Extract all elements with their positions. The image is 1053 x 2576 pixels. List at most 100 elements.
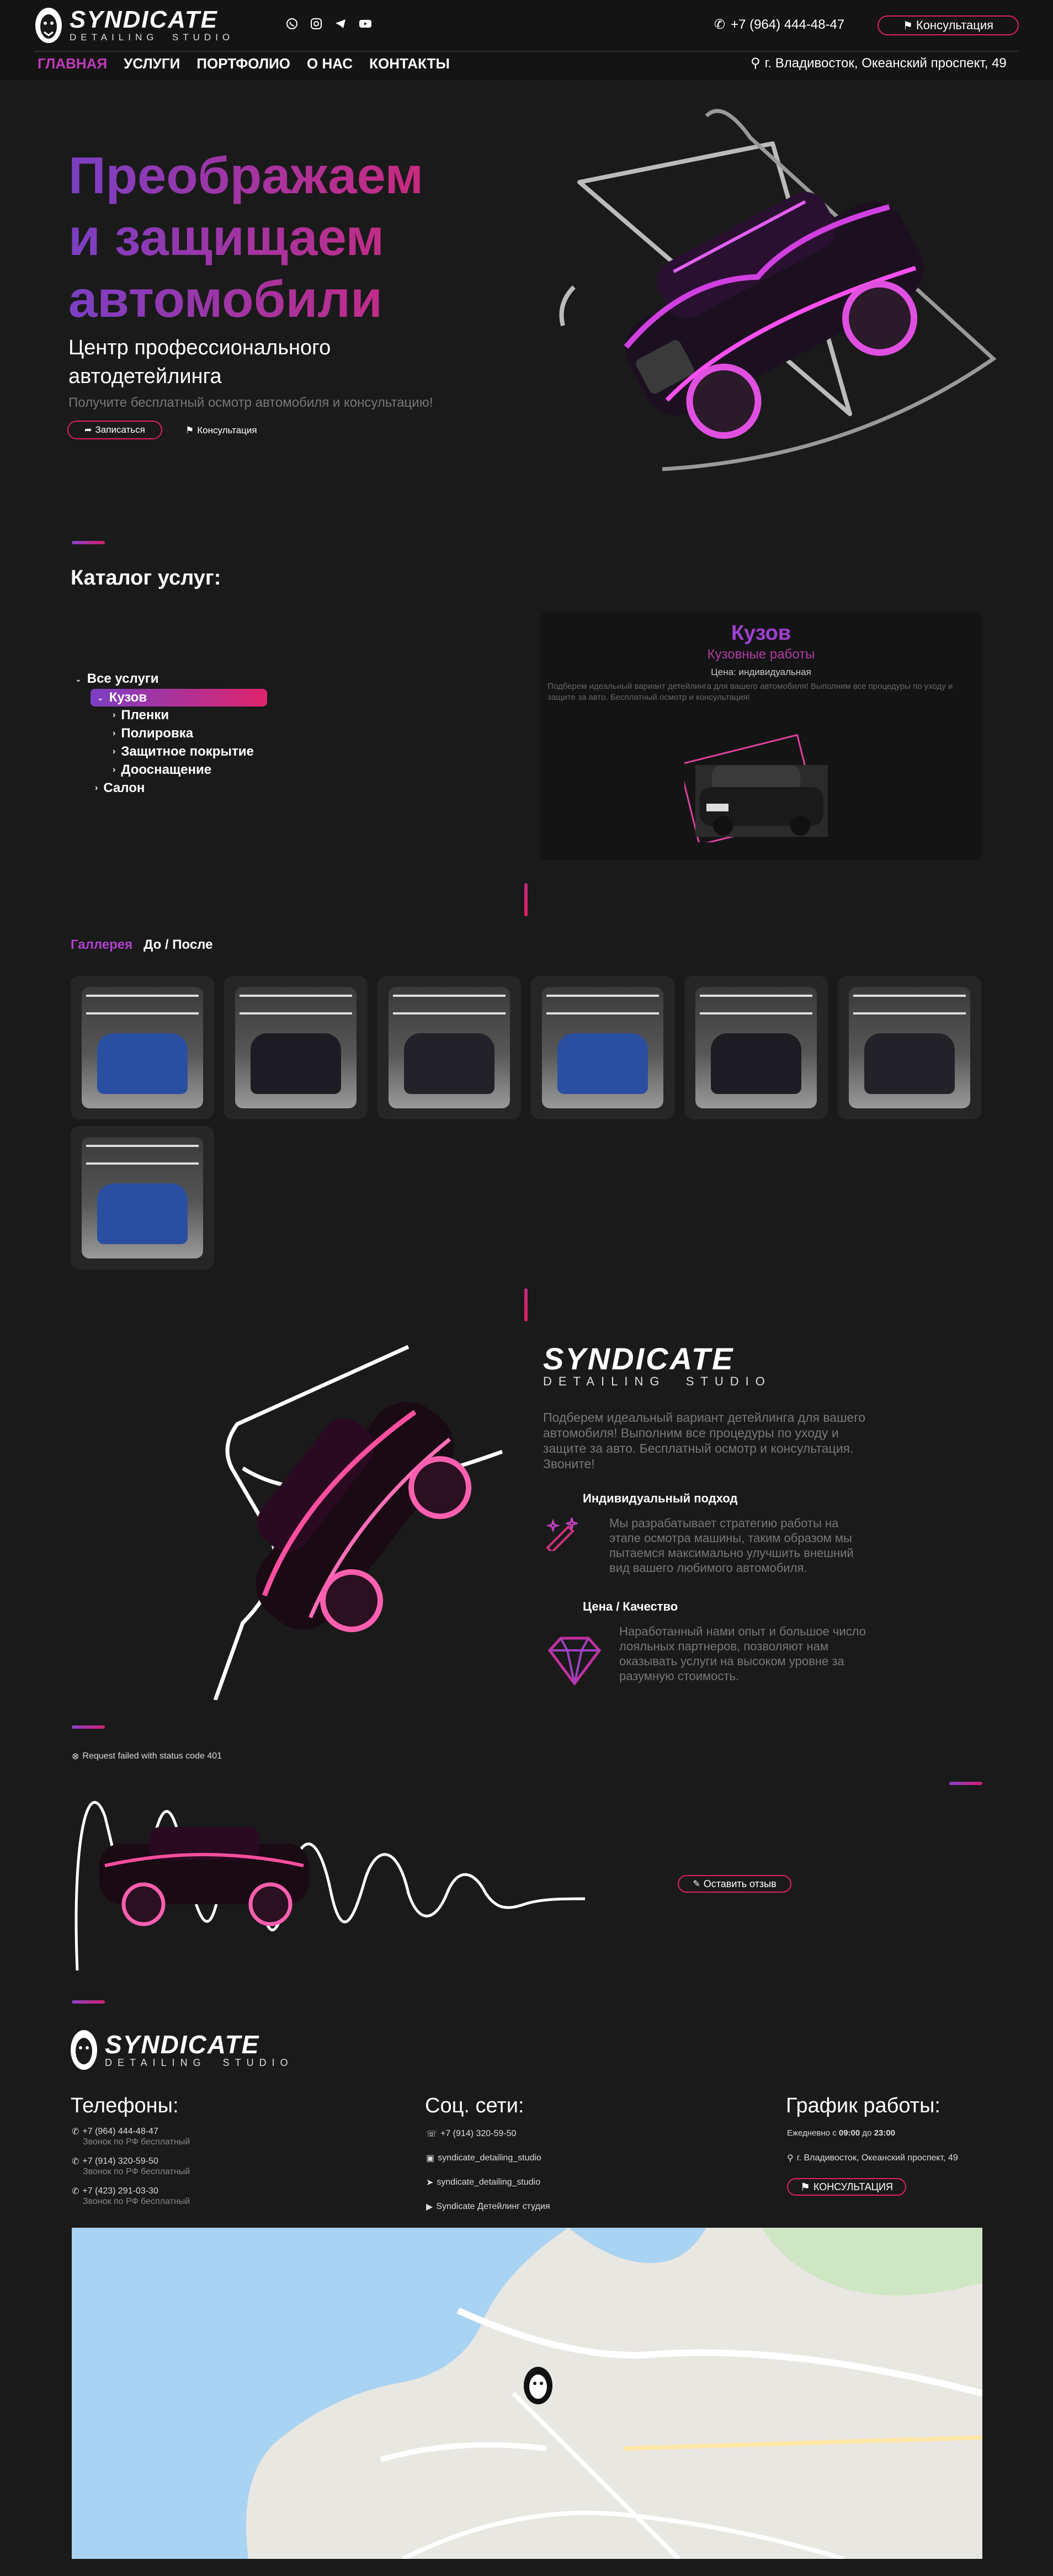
feature1-text: Мы разрабатывает стратегию работы на эта… (609, 1516, 854, 1575)
car-shape (557, 1033, 648, 1094)
gallery-thumbnail[interactable] (531, 976, 674, 1119)
header-phone[interactable]: ✆ +7 (964) 444-48-47 (714, 17, 844, 33)
chevron-right-icon: › (113, 729, 116, 738)
tree-all-services[interactable]: ⌄ Все услуги (75, 671, 159, 687)
car-shape (251, 1033, 341, 1094)
whatsapp-icon[interactable] (286, 18, 298, 30)
garage-lights (853, 995, 966, 1015)
service-card-image (684, 734, 828, 842)
header-phone-number: +7 (964) 444-48-47 (731, 17, 845, 32)
gallery-thumbnail[interactable] (684, 976, 828, 1119)
gallery-photo (695, 987, 817, 1108)
footer-social-instagram[interactable]: ▣ syndicate_detailing_studio (426, 2153, 541, 2164)
footer-social-whatsapp[interactable]: ☏ +7 (914) 320-59-50 (426, 2128, 516, 2139)
consult-icon: ⚑ (902, 19, 913, 32)
footer-phone-2-number: +7 (914) 320-59-50 (82, 2157, 158, 2166)
whatsapp-icon: ☏ (426, 2129, 438, 2139)
tree-body-label: Кузов (109, 690, 147, 705)
hero-note: Получите бесплатный осмотр автомобиля и … (68, 395, 433, 410)
hero-consult-label: Консультация (197, 425, 257, 435)
leave-review-button[interactable]: ✎ Оставить отзыв (678, 1875, 791, 1893)
footer-social-telegram[interactable]: ➤ syndicate_detailing_studio (426, 2177, 540, 2188)
gallery-thumbnail[interactable] (377, 976, 521, 1119)
tree-coating[interactable]: › Защитное покрытие (113, 744, 254, 759)
tree-films[interactable]: › Пленки (113, 708, 169, 723)
nav-home[interactable]: ГЛАВНАЯ (38, 55, 107, 72)
phone-icon: ✆ (72, 2127, 79, 2137)
schedule-title: График работы: (786, 2094, 940, 2117)
gallery-thumbnail[interactable] (71, 1126, 214, 1270)
tab-gallery[interactable]: Галлерея (71, 937, 132, 953)
car-shape (404, 1033, 494, 1094)
tree-polish[interactable]: › Полировка (113, 726, 193, 741)
map-marker-icon[interactable] (522, 2366, 554, 2410)
tree-salon[interactable]: › Салон (95, 780, 145, 796)
gallery-thumbnail[interactable] (838, 976, 981, 1119)
schedule-from: 09:00 (838, 2128, 860, 2138)
reviews-accent-line (72, 1725, 105, 1729)
header-consult-button[interactable]: ⚑ Консультация (878, 15, 1019, 35)
gallery-photo (389, 987, 510, 1108)
tree-extras[interactable]: › Дооснащение (113, 762, 211, 778)
car-shape (864, 1033, 955, 1094)
telegram-icon[interactable] (334, 18, 347, 30)
location-map[interactable] (72, 2228, 982, 2559)
hero-subtitle-line-1: Центр профессионального (68, 336, 331, 359)
reviews-car-illustration (75, 1801, 585, 1971)
footer-logo[interactable]: SYNDICATE DETAILING STUDIO (70, 2029, 294, 2071)
nav-portfolio[interactable]: ПОРТФОЛИО (196, 55, 290, 72)
logo[interactable]: SYNDICATE DETAILING STUDIO (34, 4, 249, 46)
gallery-photo (82, 1137, 203, 1258)
footer-phone-3-number: +7 (423) 291-03-30 (82, 2186, 158, 2196)
service-card-price: Цена: индивидуальная (711, 667, 811, 677)
nav-services[interactable]: УСЛУГИ (124, 55, 180, 72)
footer-address[interactable]: ⚲ г. Владивосток, Океанский проспект, 49 (787, 2153, 958, 2164)
social-title: Соц. сети: (425, 2094, 524, 2117)
footer-consult-label: КОНСУЛЬТАЦИЯ (813, 2181, 893, 2192)
schedule-prefix: Ежедневно с (787, 2128, 839, 2138)
youtube-icon[interactable] (359, 18, 372, 30)
gallery-thumbnail[interactable] (224, 976, 368, 1119)
consult-icon: ⚑ (185, 425, 194, 435)
footer-phone-2[interactable]: ✆ +7 (914) 320-59-50 (72, 2156, 158, 2167)
hero-consult-button[interactable]: ⚑ Консультация (185, 425, 257, 436)
footer-social-youtube[interactable]: ▶ Syndicate Детейлинг студия (426, 2201, 550, 2212)
footer-consult-button[interactable]: ⚑ КОНСУЛЬТАЦИЯ (787, 2178, 906, 2196)
about-accent-line (524, 1288, 528, 1321)
hero-signup-button[interactable]: ➦ Записаться (67, 421, 162, 439)
tree-extras-label: Дооснащение (121, 762, 212, 777)
brand-name: SYNDICATE (70, 6, 218, 33)
location-pin-icon: ⚲ (787, 2154, 794, 2163)
gallery-thumbnail[interactable] (71, 976, 214, 1119)
chevron-down-icon: ⌄ (97, 693, 104, 702)
nav-contacts[interactable]: КОНТАКТЫ (369, 55, 450, 72)
instagram-icon[interactable] (310, 18, 322, 30)
gallery-photo (82, 987, 203, 1108)
footer-address-text: г. Владивосток, Океанский проспект, 49 (796, 2153, 958, 2163)
chevron-right-icon: › (95, 783, 98, 793)
nav-about[interactable]: О НАС (307, 55, 353, 72)
header-address[interactable]: ⚲ г. Владивосток, Океанский проспект, 49 (751, 55, 1007, 71)
gallery-accent-line (524, 883, 528, 916)
phone-icon: ✆ (714, 17, 726, 32)
header-address-text: г. Владивосток, Океанский проспект, 49 (764, 55, 1007, 71)
tree-body-selected[interactable]: ⌄ Кузов (91, 689, 267, 707)
car-shape (97, 1183, 188, 1244)
feature2-title: Цена / Качество (583, 1600, 678, 1613)
chevron-right-icon: › (113, 747, 116, 756)
phone-icon: ✆ (72, 2157, 79, 2166)
tab-before-after[interactable]: До / После (143, 937, 212, 953)
garage-lights (86, 995, 199, 1015)
service-card-subtitle: Кузовные работы (707, 647, 815, 662)
tree-films-label: Пленки (121, 708, 169, 723)
chevron-right-icon: › (113, 765, 116, 774)
footer-phone-3[interactable]: ✆ +7 (423) 291-03-30 (72, 2186, 158, 2197)
hero-title: Преображаем и защищаем автомобили (68, 145, 521, 330)
footer-schedule: Ежедневно с 09:00 до 23:00 (787, 2128, 895, 2138)
reviews-error: ⊗ Request failed with status code 401 (72, 1751, 222, 1762)
hero-title-line-3: автомобили (68, 268, 521, 330)
feature2-text: Наработанный нами опыт и большое число л… (619, 1624, 866, 1683)
garage-lights (393, 995, 506, 1015)
footer-phone-1[interactable]: ✆ +7 (964) 444-48-47 (72, 2126, 158, 2137)
phones-title: Телефоны: (71, 2094, 179, 2117)
